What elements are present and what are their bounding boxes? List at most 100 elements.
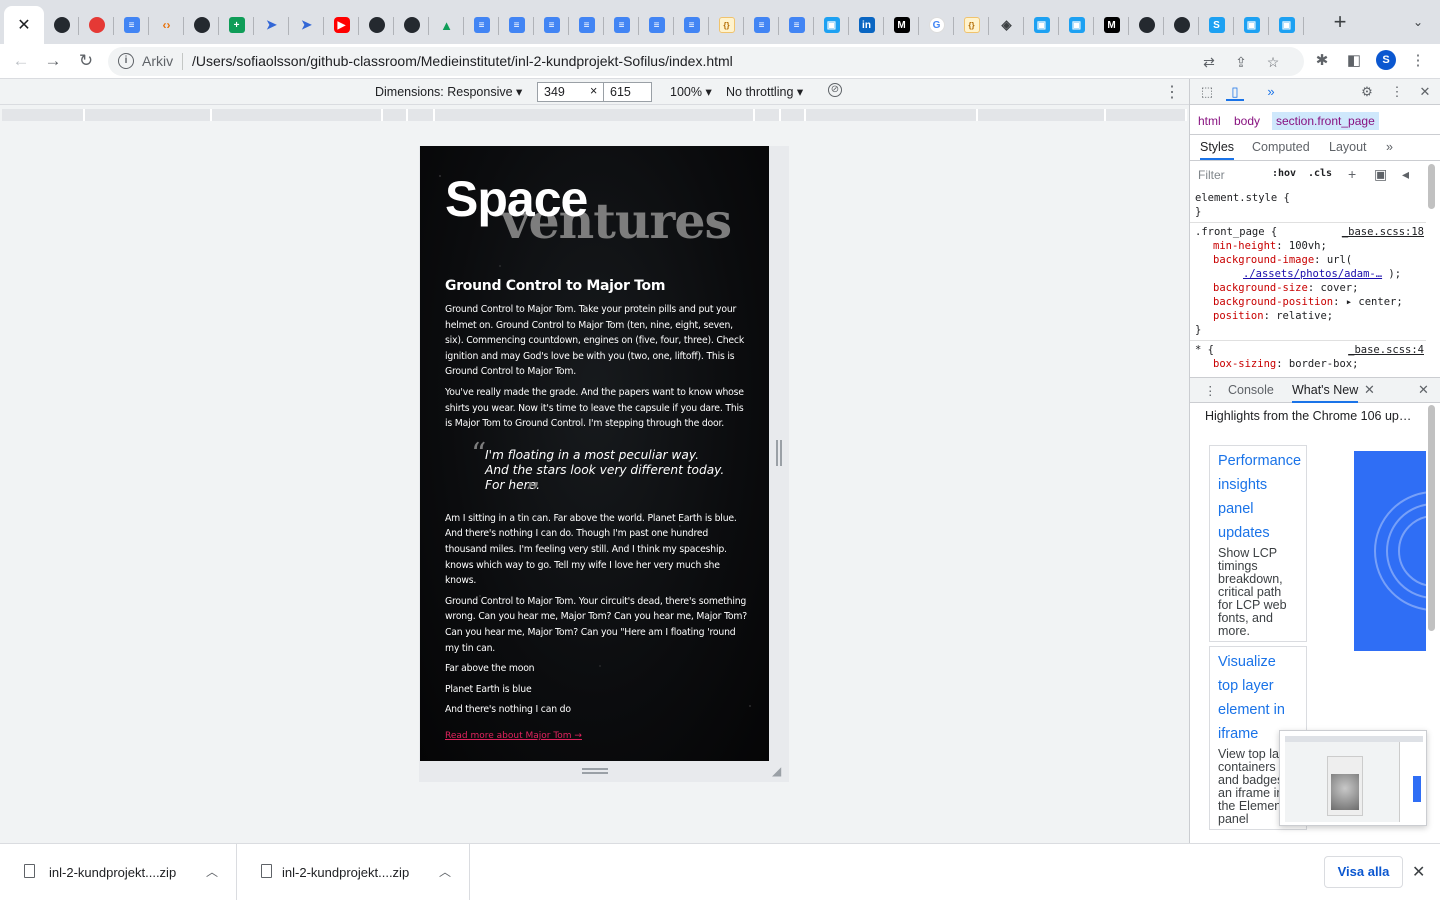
device-toggle-icon[interactable]: ▯ [1226,83,1244,101]
tab[interactable]: ≡ [499,8,534,42]
tab[interactable]: ▣ [814,8,849,42]
resize-corner-icon[interactable]: ◢ [772,764,786,778]
tab-active[interactable]: ✕ [4,6,44,44]
tab[interactable]: G [919,8,954,42]
tab[interactable]: ≡ [604,8,639,42]
css-declaration[interactable]: background-size: cover; [1195,281,1421,295]
browser-menu-icon[interactable]: ⋮ [1408,51,1428,71]
tab-styles[interactable]: Styles [1200,140,1235,160]
breadcrumb-item[interactable]: html [1198,114,1221,128]
url-text[interactable]: /Users/sofiaolsson/github-classroom/Medi… [192,53,733,69]
tab[interactable]: ≡ [674,8,709,42]
media-query-segment[interactable] [408,109,435,121]
extensions-puzzle-icon[interactable]: ✱ [1312,51,1332,71]
tab[interactable]: ≡ [114,8,149,42]
media-query-segment[interactable] [212,109,383,121]
tab-layout[interactable]: Layout [1329,140,1367,154]
rotate-icon[interactable]: ⊘ [828,83,842,97]
chevron-up-icon[interactable]: ︿ [206,863,218,880]
media-query-segment[interactable] [806,109,978,121]
download-item[interactable]: inl-2-kundprojekt....zip ︿ [237,844,470,900]
media-query-segment[interactable] [1106,109,1187,121]
more-panels-icon[interactable]: » [1262,83,1280,101]
whats-new-card[interactable]: Performance insights panel updates Show … [1209,445,1307,642]
drawer-menu-icon[interactable]: ⋮ [1204,383,1217,398]
tab-computed[interactable]: Computed [1252,140,1310,154]
media-query-segment[interactable] [755,109,781,121]
paint-icon[interactable]: ▣ [1374,166,1387,183]
read-more-link[interactable]: Read more about Major Tom → [445,731,582,741]
tab[interactable]: ➤ [289,8,324,42]
more-options-icon[interactable]: ⋮ [1164,82,1180,102]
bookmark-star-icon[interactable]: ☆ [1264,53,1282,71]
whats-new-scrollbar[interactable] [1428,405,1435,631]
tab[interactable]: ‹› [149,8,184,42]
resize-handle-right[interactable] [776,440,782,466]
tab[interactable] [1129,8,1164,42]
media-query-segment[interactable] [85,109,212,121]
tab[interactable] [44,8,79,42]
tab[interactable]: M [884,8,919,42]
media-query-segment[interactable] [435,109,755,121]
breadcrumb-item[interactable]: body [1234,114,1260,128]
profile-avatar[interactable]: S [1376,50,1396,70]
reload-icon[interactable]: ↻ [75,50,97,72]
site-info-icon[interactable]: i [118,53,134,69]
tab[interactable]: in [849,8,884,42]
tab[interactable] [79,8,114,42]
tab[interactable]: ▣ [1024,8,1059,42]
tab[interactable]: M [1094,8,1129,42]
download-filename[interactable]: inl-2-kundprojekt....zip [282,865,409,880]
tab-whats-new[interactable]: What's New [1292,383,1359,403]
tab[interactable]: {} [954,8,989,42]
tab[interactable] [394,8,429,42]
css-declaration[interactable]: box-sizing: border-box; [1195,357,1421,371]
side-panel-icon[interactable]: ◧ [1344,51,1364,71]
tab[interactable]: + [219,8,254,42]
more-tabs-icon[interactable]: » [1386,140,1393,154]
css-source-link[interactable]: _base.scss:4 [1348,343,1424,357]
tab[interactable]: ≡ [534,8,569,42]
forward-arrow-icon[interactable]: → [42,50,64,72]
tab[interactable] [1164,8,1199,42]
media-query-segment[interactable] [2,109,85,121]
chevron-up-icon[interactable]: ︿ [439,863,451,880]
close-tab-icon[interactable]: ✕ [1364,382,1375,398]
settings-gear-icon[interactable]: ⚙ [1358,83,1376,101]
share-icon[interactable]: ⇪ [1232,53,1250,71]
tab-search-chevron-icon[interactable]: ⌄ [1408,12,1428,32]
new-tab-button[interactable]: + [1330,11,1350,33]
zoom-dropdown[interactable]: 100% ▾ [670,84,712,99]
tab[interactable]: ➤ [254,8,289,42]
css-url-link[interactable]: ./assets/photos/adam-… [1213,268,1382,280]
tab[interactable] [359,8,394,42]
hov-toggle[interactable]: :hov [1272,168,1296,179]
inspect-element-icon[interactable]: ⬚ [1198,83,1216,101]
css-selector[interactable]: element.style { [1195,191,1421,205]
drawer-close-icon[interactable]: ✕ [1418,382,1429,398]
styles-filter-input[interactable]: Filter [1198,168,1225,182]
css-declaration[interactable]: background-position: ▸ center; [1195,295,1421,309]
media-query-segment[interactable] [781,109,806,121]
tab[interactable]: ▣ [1234,8,1269,42]
tab[interactable]: ≡ [569,8,604,42]
cls-toggle[interactable]: .cls [1308,168,1332,179]
resize-handle-bottom[interactable] [582,768,608,774]
tab[interactable]: {} [709,8,744,42]
download-filename[interactable]: inl-2-kundprojekt....zip [49,865,176,880]
throttling-dropdown[interactable]: No throttling ▾ [726,84,803,99]
tab[interactable]: ≡ [464,8,499,42]
dimensions-dropdown[interactable]: Dimensions: Responsive ▾ [375,84,522,99]
css-declaration[interactable]: position: relative; [1195,309,1421,323]
whats-new-video-thumbnail[interactable] [1354,451,1426,651]
tab[interactable]: S [1199,8,1234,42]
css-declaration[interactable]: background-image: url( [1195,253,1421,267]
css-declaration[interactable]: min-height: 100vh; [1195,239,1421,253]
tab[interactable]: ▣ [1269,8,1304,42]
tab[interactable]: ≡ [779,8,814,42]
download-item[interactable]: inl-2-kundprojekt....zip ︿ [0,844,237,900]
sidebar-toggle-icon[interactable]: ◂ [1402,166,1409,183]
new-rule-plus-icon[interactable]: + [1348,166,1356,182]
close-downloads-icon[interactable]: ✕ [1412,862,1425,882]
tab[interactable]: ▣ [1059,8,1094,42]
